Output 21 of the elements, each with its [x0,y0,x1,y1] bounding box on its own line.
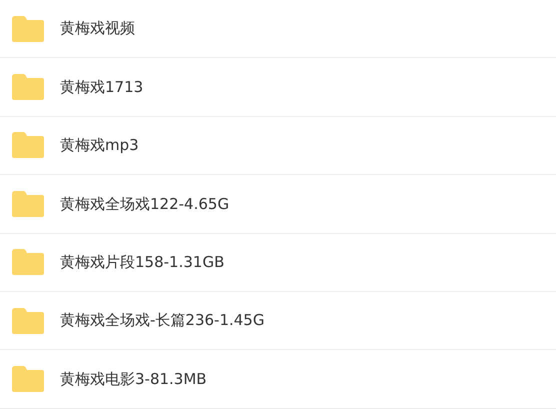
folder-icon [11,16,45,42]
folder-row[interactable]: 黄梅戏1713 [0,58,556,117]
folder-icon [11,190,45,217]
folder-icon [11,132,45,158]
folder-row[interactable]: 黄梅戏视频 [0,0,556,58]
folder-name: 黄梅戏视频 [60,18,135,40]
folder-name: 黄梅戏全场戏122-4.65G [60,194,230,215]
folder-row[interactable]: 黄梅戏片段158-1.31GB [0,234,556,292]
folder-icon [11,366,45,392]
folder-row[interactable]: 黄梅戏mp3 [0,116,556,176]
folder-icon [11,249,45,276]
folder-name: 黄梅戏电影3-81.3MB [60,368,207,390]
folder-name: 黄梅戏1713 [60,76,144,98]
folder-row[interactable]: 黄梅戏电影3-81.3MB [0,350,556,409]
folder-icon [11,308,45,334]
folder-icon [11,74,45,100]
folder-name: 黄梅戏全场戏-长篇236-1.45G [60,310,264,332]
folder-row[interactable]: 黄梅戏全场戏-长篇236-1.45G [0,292,556,350]
folder-name: 黄梅戏片段158-1.31GB [60,252,224,273]
folder-row[interactable]: 黄梅戏全场戏122-4.65G [0,175,556,234]
folder-name: 黄梅戏mp3 [60,135,139,156]
